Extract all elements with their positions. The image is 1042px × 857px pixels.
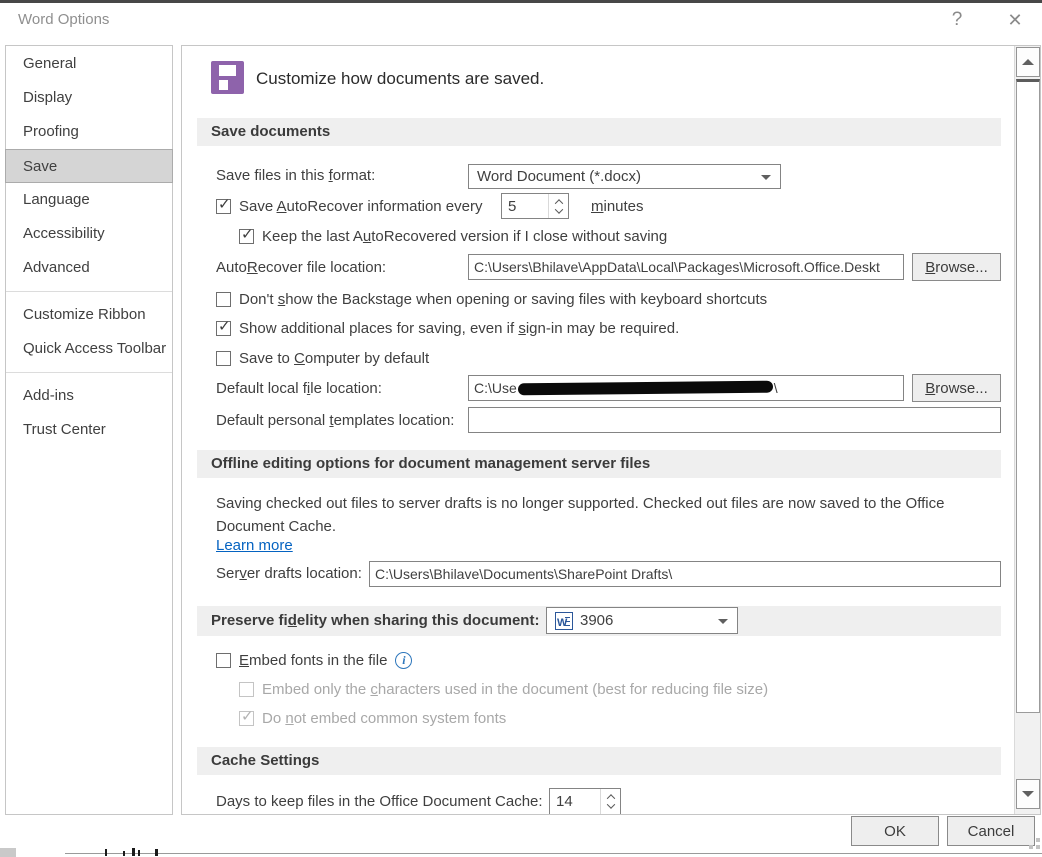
embed-fonts-checkbox[interactable] xyxy=(216,653,231,668)
embed-fonts-label: Embed fonts in the file xyxy=(239,652,387,669)
autorecover-location-field[interactable]: C:\Users\Bhilave\AppData\Local\Packages\… xyxy=(468,254,904,280)
learn-more-link[interactable]: Learn more xyxy=(216,537,293,554)
spinner-buttons[interactable] xyxy=(600,789,620,814)
autorecover-location-label: AutoRecover file location: xyxy=(216,256,386,280)
vertical-scrollbar[interactable] xyxy=(1014,46,1040,814)
sidebar-item-proofing[interactable]: Proofing xyxy=(6,115,172,149)
sidebar-item-trust-center[interactable]: Trust Center xyxy=(6,413,172,447)
background-artifact xyxy=(132,848,135,856)
keep-last-autorecovered-checkbox[interactable] xyxy=(239,229,254,244)
minutes-label: minutes xyxy=(591,195,644,219)
default-local-location-label: Default local file location: xyxy=(216,377,382,401)
scroll-up-button[interactable] xyxy=(1016,47,1040,77)
window-top-edge xyxy=(0,0,1042,3)
sidebar-item-language[interactable]: Language xyxy=(6,183,172,217)
cancel-button[interactable]: Cancel xyxy=(947,816,1035,846)
save-settings-panel: Customize how documents are saved. Save … xyxy=(181,45,1041,815)
sidebar-item-general[interactable]: General xyxy=(6,47,172,81)
word-document-icon: W xyxy=(555,612,573,630)
cache-days-value: 14 xyxy=(550,789,600,814)
fidelity-document-value: 3906 xyxy=(580,612,613,629)
save-to-computer-checkbox-row[interactable]: Save to Computer by default xyxy=(216,346,429,370)
scroll-up-icon xyxy=(1022,59,1034,65)
default-local-location-field[interactable]: C:\Use\ xyxy=(468,375,904,401)
sidebar-divider xyxy=(6,372,172,373)
chevron-down-icon xyxy=(718,619,728,624)
scroll-down-icon xyxy=(1022,791,1034,797)
keep-last-autorecovered-label: Keep the last AutoRecovered version if I… xyxy=(262,228,667,245)
sidebar: General Display Proofing Save Language A… xyxy=(5,45,173,815)
spinner-down-icon[interactable] xyxy=(554,205,562,213)
info-icon[interactable]: i xyxy=(395,652,412,669)
fidelity-document-dropdown[interactable]: W 3906 xyxy=(546,607,738,634)
server-drafts-label: Server drafts location: xyxy=(216,562,362,586)
embed-characters-label: Embed only the characters used in the do… xyxy=(262,681,768,698)
scroll-down-button[interactable] xyxy=(1016,779,1040,809)
file-format-dropdown[interactable]: Word Document (*.docx) xyxy=(468,164,781,189)
background-artifact xyxy=(123,851,125,856)
save-to-computer-label: Save to Computer by default xyxy=(239,350,429,367)
templates-location-field[interactable] xyxy=(468,407,1001,433)
sidebar-item-advanced[interactable]: Advanced xyxy=(6,251,172,285)
autorecover-minutes-value: 5 xyxy=(502,194,548,218)
word-options-dialog: Word Options ? ✕ General Display Proofin… xyxy=(0,0,1042,857)
section-header-cache-settings: Cache Settings xyxy=(197,747,1001,775)
close-icon[interactable]: ✕ xyxy=(998,6,1032,34)
sidebar-item-accessibility[interactable]: Accessibility xyxy=(6,217,172,251)
server-drafts-field[interactable]: C:\Users\Bhilave\Documents\SharePoint Dr… xyxy=(369,561,1001,587)
spinner-buttons[interactable] xyxy=(548,194,568,218)
backstage-label: Don't show the Backstage when opening or… xyxy=(239,291,767,308)
autorecover-checkbox[interactable] xyxy=(216,199,231,214)
embed-characters-checkbox xyxy=(239,682,254,697)
background-artifact xyxy=(105,849,107,856)
page-heading: Customize how documents are saved. xyxy=(256,69,544,89)
cache-days-spinner[interactable]: 14 xyxy=(549,788,621,815)
backstage-checkbox-row[interactable]: Don't show the Backstage when opening or… xyxy=(216,287,767,311)
spinner-down-icon[interactable] xyxy=(606,800,614,808)
background-window-fragment xyxy=(0,848,16,857)
browse-autorecover-button[interactable]: Browse... xyxy=(912,253,1001,281)
additional-places-label: Show additional places for saving, even … xyxy=(239,320,679,337)
scrollbar-thumb[interactable] xyxy=(1016,79,1040,713)
sidebar-divider xyxy=(6,291,172,292)
sidebar-item-add-ins[interactable]: Add-ins xyxy=(6,379,172,413)
embed-fonts-checkbox-row[interactable]: Embed fonts in the file i xyxy=(216,648,412,672)
no-common-fonts-label: Do not embed common system fonts xyxy=(262,710,506,727)
background-window-edge xyxy=(65,853,1042,854)
sidebar-item-quick-access-toolbar[interactable]: Quick Access Toolbar xyxy=(6,332,172,366)
keep-last-autorecovered-row[interactable]: Keep the last AutoRecovered version if I… xyxy=(239,224,667,248)
autorecover-label: Save AutoRecover information every xyxy=(239,198,482,215)
sidebar-item-display[interactable]: Display xyxy=(6,81,172,115)
no-common-fonts-checkbox-row: Do not embed common system fonts xyxy=(239,706,506,730)
save-floppy-icon xyxy=(211,61,244,94)
file-format-value: Word Document (*.docx) xyxy=(477,168,641,185)
redaction-mark xyxy=(518,381,773,396)
sidebar-item-customize-ribbon[interactable]: Customize Ribbon xyxy=(6,298,172,332)
help-icon[interactable]: ? xyxy=(940,6,974,34)
resize-grip[interactable] xyxy=(1026,838,1040,854)
format-label: Save files in this format: xyxy=(216,164,375,188)
section-header-offline-editing: Offline editing options for document man… xyxy=(197,450,1001,478)
additional-places-checkbox[interactable] xyxy=(216,321,231,336)
browse-default-local-button[interactable]: Browse... xyxy=(912,374,1001,402)
sidebar-item-save[interactable]: Save xyxy=(5,149,173,183)
cache-days-label: Days to keep files in the Office Documen… xyxy=(216,790,543,814)
save-to-computer-checkbox[interactable] xyxy=(216,351,231,366)
chevron-down-icon xyxy=(761,175,771,180)
autorecover-checkbox-row[interactable]: Save AutoRecover information every xyxy=(216,194,482,218)
embed-characters-checkbox-row: Embed only the characters used in the do… xyxy=(239,677,768,701)
templates-location-label: Default personal templates location: xyxy=(216,409,454,433)
background-artifact xyxy=(138,850,140,856)
backstage-checkbox[interactable] xyxy=(216,292,231,307)
ok-button[interactable]: OK xyxy=(851,816,939,846)
section-header-save-documents: Save documents xyxy=(197,118,1001,146)
background-artifact xyxy=(155,849,158,856)
autorecover-minutes-spinner[interactable]: 5 xyxy=(501,193,569,219)
additional-places-checkbox-row[interactable]: Show additional places for saving, even … xyxy=(216,316,679,340)
no-common-fonts-checkbox xyxy=(239,711,254,726)
offline-editing-description: Saving checked out files to server draft… xyxy=(216,492,976,538)
window-title: Word Options xyxy=(18,11,109,28)
